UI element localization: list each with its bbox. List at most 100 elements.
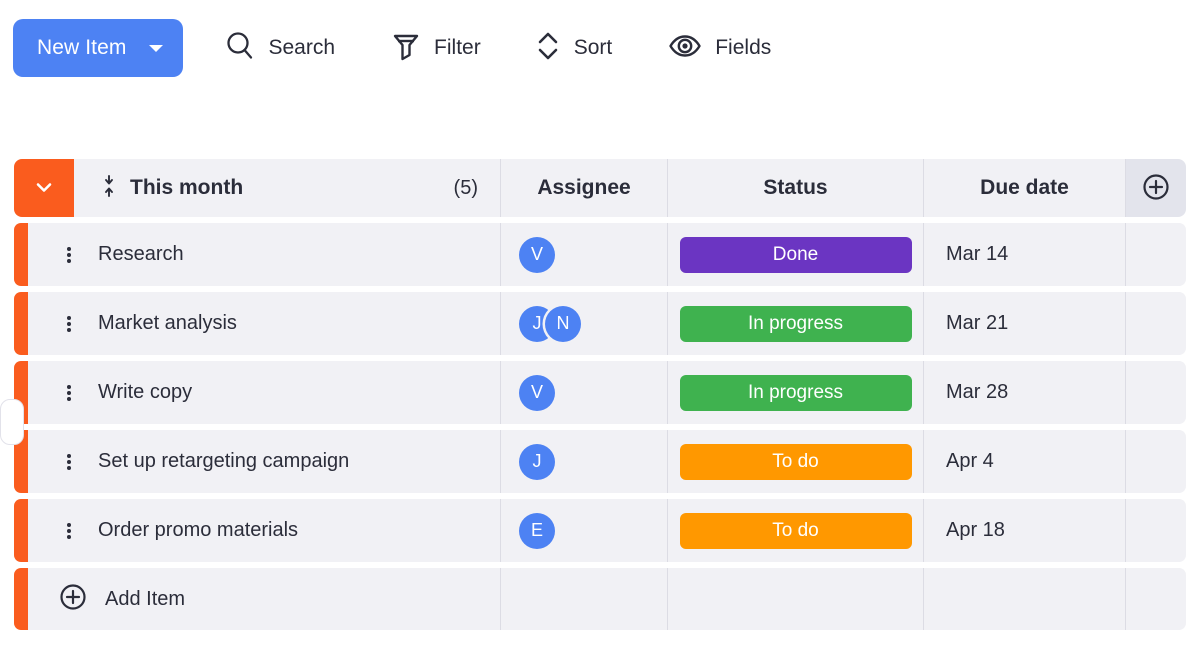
task-name: Set up retargeting campaign [98,450,350,472]
fields-button[interactable]: Fields [662,24,777,72]
add-item-row[interactable]: Add Item [14,568,1186,630]
column-header-duedate-label: Due date [980,176,1069,199]
row-status-cell[interactable]: In progress [668,292,924,355]
row-duedate-cell[interactable]: Mar 28 [924,361,1126,424]
task-name: Research [98,243,184,265]
plus-circle-icon [58,582,88,617]
avatar-group: J N [519,305,581,342]
row-tail-cell [1126,361,1186,424]
filter-label: Filter [434,35,481,59]
new-item-button[interactable]: New Item [13,18,183,77]
task-name: Write copy [98,381,193,403]
table-row[interactable]: Research V Done Mar 14 [14,223,1186,286]
task-name: Order promo materials [98,519,299,541]
fields-label: Fields [715,35,772,59]
row-color-stripe [14,223,28,286]
avatar[interactable]: V [519,236,555,273]
add-row-status-cell [668,568,924,630]
status-badge[interactable]: In progress [679,374,912,411]
row-menu-icon[interactable] [58,451,80,473]
column-header-duedate[interactable]: Due date [924,159,1126,217]
add-row-tail-cell [1126,568,1186,630]
table-row[interactable]: Order promo materials E To do Apr 18 [14,499,1186,562]
search-button[interactable]: Search [218,24,342,72]
task-name: Market analysis [98,312,237,334]
group-title-cell[interactable]: This month (5) [74,159,501,217]
row-assignee-cell[interactable]: V [501,361,668,424]
avatar[interactable]: E [519,512,555,549]
row-assignee-cell[interactable]: J [501,430,668,493]
row-color-stripe [14,568,28,630]
eye-icon [668,30,702,65]
caret-down-icon [148,45,163,52]
plus-circle-icon [1141,172,1171,205]
collapse-arrows-icon [102,174,116,202]
row-duedate-cell[interactable]: Apr 4 [924,430,1126,493]
status-badge[interactable]: To do [679,443,912,480]
add-item-button[interactable]: Add Item [28,568,501,630]
row-assignee-cell[interactable]: V [501,223,668,286]
row-menu-icon[interactable] [58,520,80,542]
add-column-button[interactable] [1126,159,1186,217]
table-row[interactable]: Write copy V In progress Mar 28 [14,361,1186,424]
row-handle-stub[interactable] [0,399,24,445]
row-name-cell[interactable]: Set up retargeting campaign [28,430,501,493]
avatar[interactable]: V [519,374,555,411]
group-item-count: (5) [453,176,478,199]
row-menu-icon[interactable] [58,244,80,266]
status-badge[interactable]: In progress [679,305,912,342]
table-row[interactable]: Market analysis J N In progress Mar 21 [14,292,1186,355]
row-assignee-cell[interactable]: E [501,499,668,562]
row-menu-icon[interactable] [58,382,80,404]
row-status-cell[interactable]: To do [668,430,924,493]
column-header-status-label: Status [763,176,828,199]
row-assignee-cell[interactable]: J N [501,292,668,355]
task-table: This month (5) Assignee Status Due date [0,159,1186,630]
row-name-cell[interactable]: Market analysis [28,292,501,355]
avatar-group: J [519,443,555,480]
sort-label: Sort [573,35,613,59]
search-label: Search [268,35,336,59]
row-menu-icon[interactable] [58,313,80,335]
filter-button[interactable]: Filter [385,24,487,72]
column-header-assignee[interactable]: Assignee [501,159,668,217]
row-status-cell[interactable]: In progress [668,361,924,424]
row-status-cell[interactable]: To do [668,499,924,562]
sort-updown-icon [535,30,561,65]
avatar-group: V [519,374,555,411]
column-header-status[interactable]: Status [668,159,924,217]
row-name-cell[interactable]: Write copy [28,361,501,424]
add-item-label: Add Item [105,587,186,610]
status-badge[interactable]: Done [679,236,912,273]
row-duedate-cell[interactable]: Mar 21 [924,292,1126,355]
group-header-row: This month (5) Assignee Status Due date [14,159,1186,217]
row-name-cell[interactable]: Research [28,223,501,286]
new-item-label: New Item [37,35,127,59]
row-tail-cell [1126,223,1186,286]
avatar[interactable]: N [545,305,581,342]
row-color-stripe [14,292,28,355]
row-duedate-cell[interactable]: Mar 14 [924,223,1126,286]
status-badge[interactable]: To do [679,512,912,549]
row-color-stripe [14,499,28,562]
group-title: This month [130,176,244,199]
sort-button[interactable]: Sort [529,24,619,72]
chevron-down-icon [32,175,56,202]
avatar-group: E [519,512,555,549]
add-row-duedate-cell [924,568,1126,630]
add-row-assignee-cell [501,568,668,630]
row-tail-cell [1126,292,1186,355]
toolbar: New Item Search Filter Sort Fields [0,0,1200,95]
search-icon [224,30,256,65]
table-row[interactable]: Set up retargeting campaign J To do Apr … [14,430,1186,493]
column-header-assignee-label: Assignee [537,176,631,199]
row-tail-cell [1126,430,1186,493]
row-duedate-cell[interactable]: Apr 18 [924,499,1126,562]
avatar[interactable]: J [519,443,555,480]
row-name-cell[interactable]: Order promo materials [28,499,501,562]
group-collapse-button[interactable] [14,159,74,217]
filter-funnel-icon [391,30,421,65]
app-root: New Item Search Filter Sort Fields This … [0,0,1200,657]
row-tail-cell [1126,499,1186,562]
row-status-cell[interactable]: Done [668,223,924,286]
